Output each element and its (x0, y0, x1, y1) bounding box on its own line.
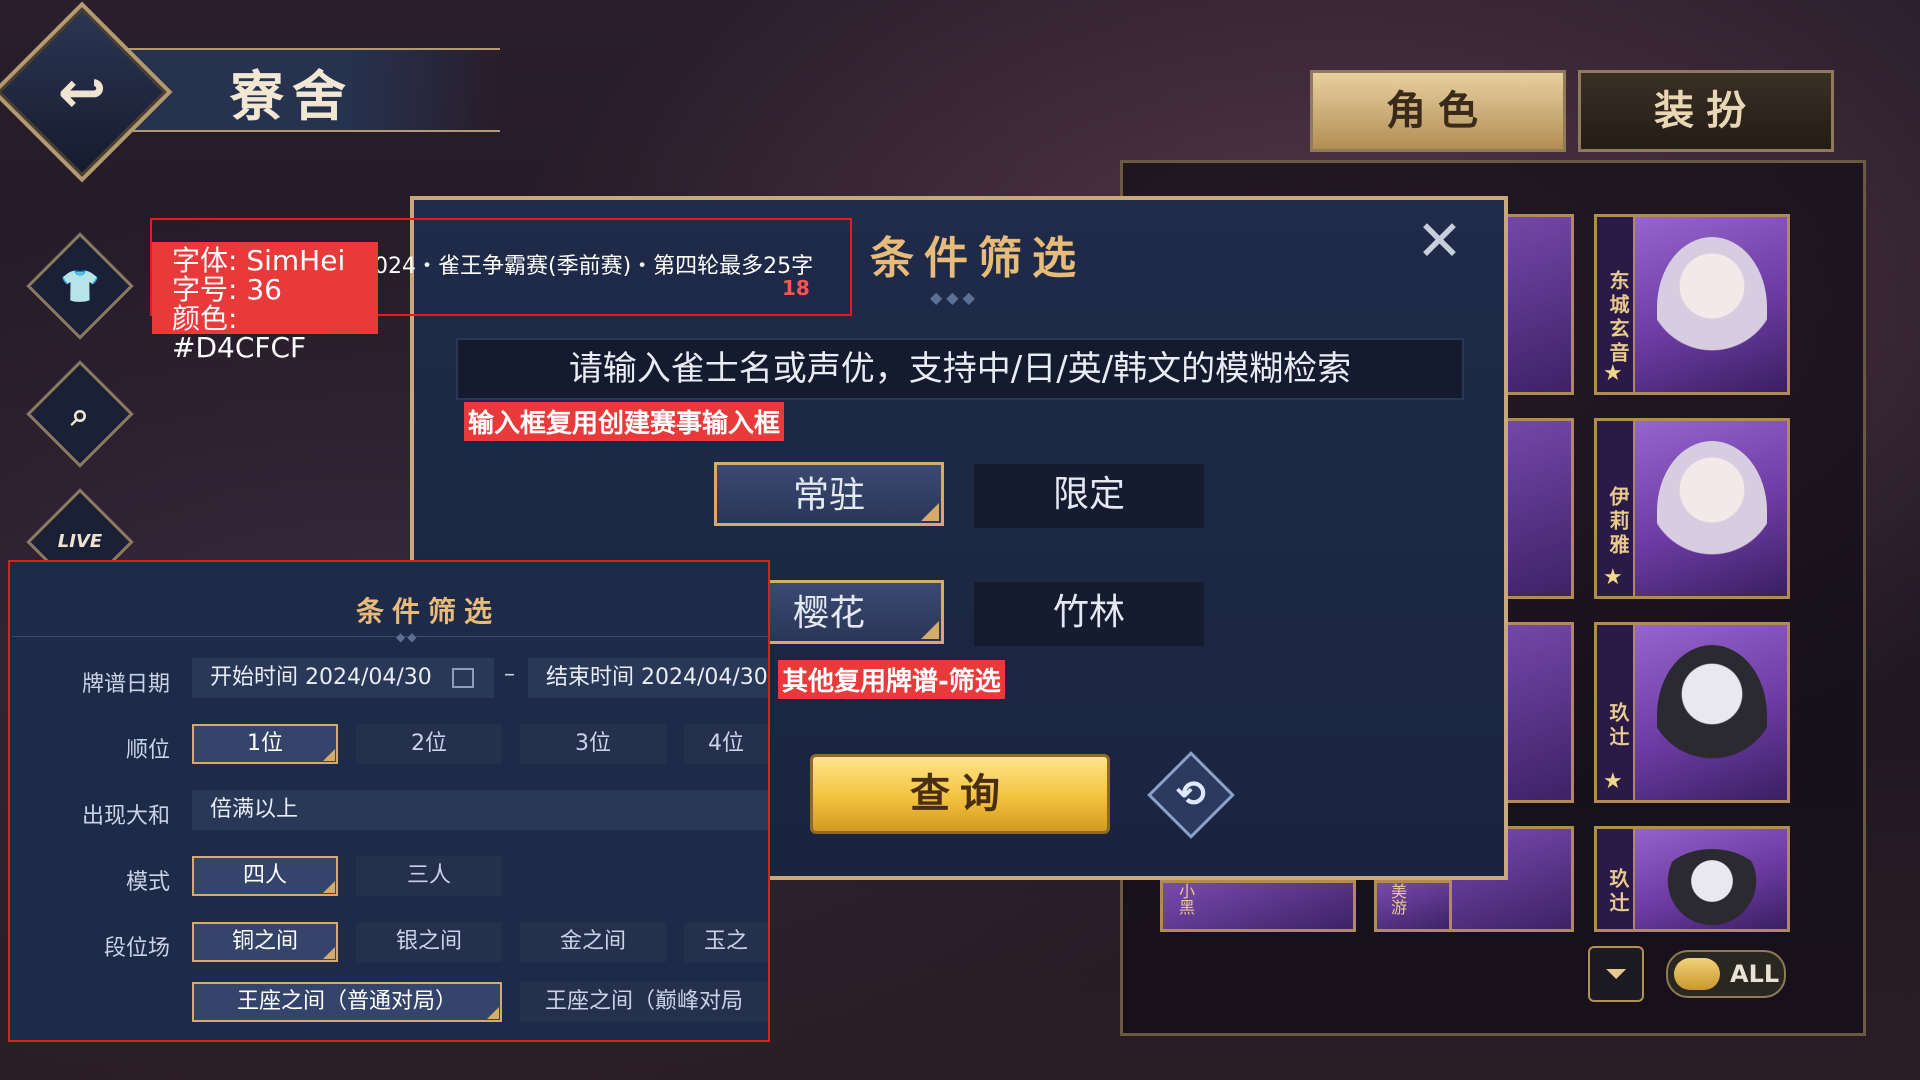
star-icon: ★ (1603, 361, 1623, 386)
character-portrait (1657, 849, 1767, 929)
calendar-icon[interactable] (452, 668, 474, 688)
label-mode: 模式 (125, 870, 170, 895)
search-note-tag: 输入框复用创建赛事输入框 (464, 402, 785, 441)
mode-option[interactable]: 三人 (356, 856, 502, 896)
divider (12, 636, 768, 637)
start-date-field[interactable]: 开始时间 2024/04/30 (192, 658, 494, 698)
rank-option[interactable]: 3位 (520, 724, 666, 764)
page-title: 寮舍 (230, 64, 354, 128)
filter-button[interactable]: ⏷ (1588, 946, 1644, 1002)
inset-title: 条件筛选 (356, 595, 501, 628)
room-option[interactable]: 金之间 (520, 922, 666, 962)
option-limited[interactable]: 限定 (974, 464, 1204, 528)
throne-option[interactable]: 王座之间（普通对局） (192, 982, 502, 1022)
character-name: 玖辻 (1597, 829, 1635, 929)
font-info-line: 字号: 36 (172, 273, 282, 306)
toggle-knob (1674, 958, 1720, 990)
character-card[interactable]: 小黑 (1160, 880, 1356, 932)
tab-dress[interactable]: 装扮 (1578, 70, 1834, 152)
label-rank: 顺位 (125, 738, 170, 763)
title-ornament-icon: ◆◆ (396, 630, 419, 644)
label-yaku: 出现大和 (81, 804, 170, 829)
close-icon: ✕ (1416, 209, 1463, 274)
option-permanent[interactable]: 常驻 (714, 462, 944, 526)
date-separator: – (504, 662, 515, 687)
font-info-line: 字体: SimHei (172, 244, 346, 277)
close-button[interactable]: ✕ (1416, 212, 1463, 272)
throne-option[interactable]: 王座之间（巅峰对局 (520, 982, 768, 1022)
magnify-icon: ⌕ (71, 395, 89, 433)
character-card[interactable]: 玖辻 (1594, 826, 1790, 932)
room-option[interactable]: 铜之间 (192, 922, 338, 962)
yaku-field[interactable]: 倍满以上 (192, 790, 768, 830)
rank-option[interactable]: 2位 (356, 724, 502, 764)
character-name: 小黑 (1176, 883, 1195, 915)
all-toggle[interactable]: ALL (1666, 950, 1786, 998)
star-icon: ★ (1603, 565, 1623, 590)
character-card[interactable]: 东城玄音 ★ (1594, 214, 1790, 395)
star-icon: ★ (1603, 769, 1623, 794)
end-date-field[interactable]: 结束时间 2024/04/30 (528, 658, 768, 698)
dress-button[interactable]: 👕 (26, 232, 134, 340)
rank-option[interactable]: 1位 (192, 724, 338, 764)
character-card[interactable]: 玖辻 ★ (1594, 622, 1790, 803)
character-portrait (1657, 237, 1767, 377)
shirt-icon: 👕 (60, 267, 100, 305)
room-option[interactable]: 玉之 (684, 922, 768, 962)
filter-icon: ⏷ (1604, 957, 1628, 990)
character-portrait (1657, 645, 1767, 785)
label-room: 段位场 (103, 936, 170, 961)
character-portrait (1657, 441, 1767, 581)
mode-option[interactable]: 四人 (192, 856, 338, 896)
query-button[interactable]: 查询 (810, 754, 1110, 834)
search-input[interactable]: 请输入雀士名或声优，支持中/日/英/韩文的模糊检索 (456, 338, 1464, 400)
dialog-title: 条件筛选 (870, 233, 1086, 284)
ticker-text: 2024・雀王争霸赛(季前赛)・第四轮最多25字 (360, 254, 814, 279)
character-card[interactable]: 伊莉雅 ★ (1594, 418, 1790, 599)
character-name: 美游 (1388, 883, 1407, 915)
title-ornament-icon: ◆◆◆ (930, 288, 979, 307)
ticker-count: 18 (782, 276, 810, 300)
back-button[interactable]: ↩ (0, 1, 173, 183)
tab-role[interactable]: 角色 (1310, 70, 1566, 152)
font-info-line: 颜色: #D4CFCF (172, 302, 307, 364)
font-info-tag: 字体: SimHei 字号: 36 颜色: #D4CFCF (152, 242, 378, 362)
room-option[interactable]: 银之间 (356, 922, 502, 962)
back-arrow-icon: ↩ (57, 58, 107, 126)
option-bamboo[interactable]: 竹林 (974, 582, 1204, 646)
refresh-icon: ⟲ (1175, 774, 1207, 815)
rank-option[interactable]: 4位 (684, 724, 768, 764)
filter-note-tag: 其他复用牌谱-筛选 (778, 660, 1005, 699)
character-card[interactable]: 美游 (1374, 880, 1452, 932)
label-date: 牌谱日期 (81, 672, 170, 697)
search-button[interactable]: ⌕ (26, 360, 134, 468)
all-toggle-label: ALL (1730, 960, 1780, 988)
